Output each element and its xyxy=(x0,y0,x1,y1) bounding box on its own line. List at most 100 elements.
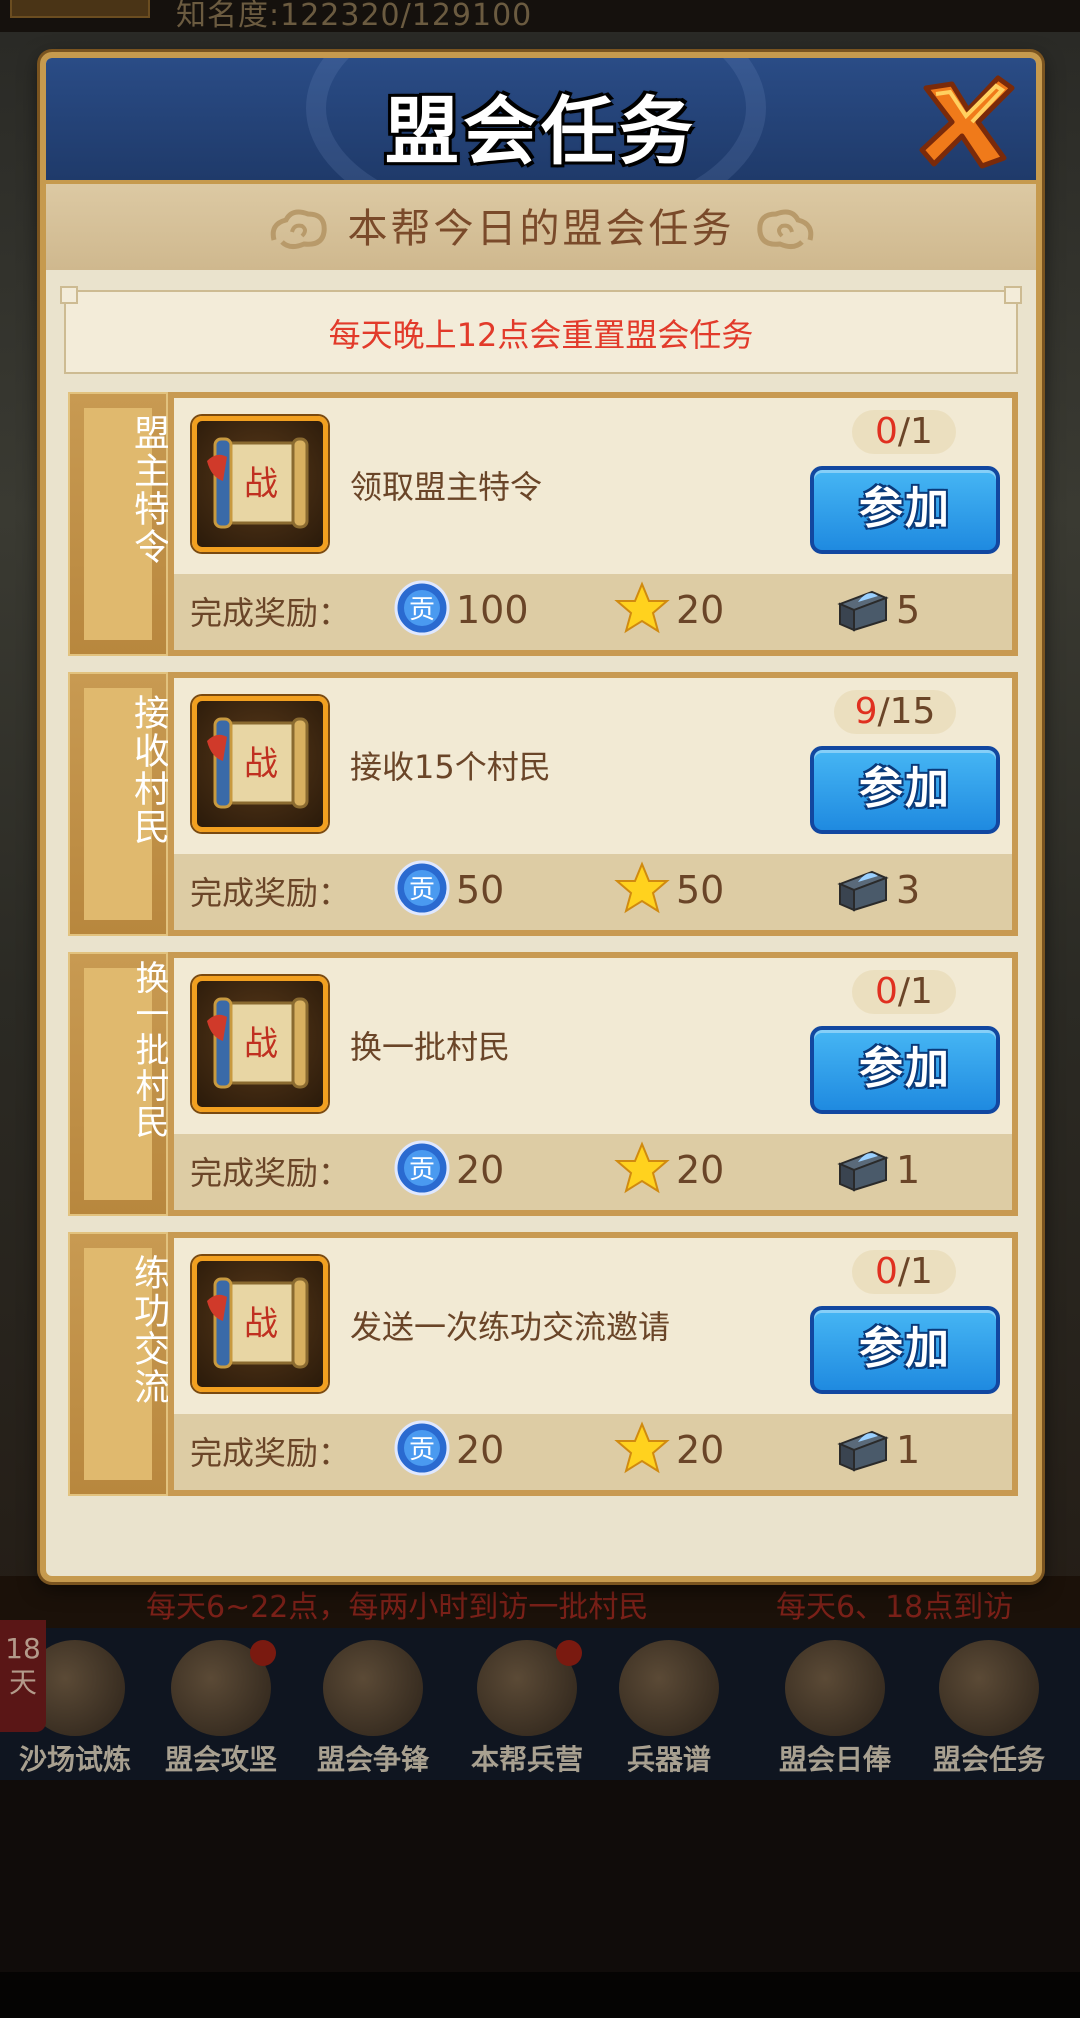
war-scroll-icon: 战 xyxy=(192,976,328,1112)
task-tab-label: 练功交流 xyxy=(128,1254,169,1406)
fame-bar xyxy=(10,0,150,18)
join-button[interactable]: 参加 xyxy=(810,1026,1000,1114)
reward-row: 完成奖励： 贡 100 20 5 xyxy=(174,574,1012,650)
task-icon xyxy=(939,1640,1039,1736)
star-icon xyxy=(614,1140,670,1196)
reward-label: 完成奖励： xyxy=(190,594,351,632)
reward-value: 1 xyxy=(896,1428,921,1472)
war-scroll-icon: 战 xyxy=(192,416,328,552)
dialog-title: 盟会任务 xyxy=(385,89,697,175)
task-description: 接收15个村民 xyxy=(350,748,551,786)
task-card: 盟主特令 战 领取盟主特令 0/1 参加 完成奖励： 贡 100 20 5 xyxy=(68,392,1018,656)
contribution-coin-icon: 贡 xyxy=(394,1420,450,1476)
alliance-task-dialog: 盟会任务 本帮今日的盟会任务 每天晚上12点会重置盟会任务 盟主特令 战 领取盟… xyxy=(40,52,1042,1582)
join-button[interactable]: 参加 xyxy=(810,466,1000,554)
task-tab: 盟主特令 xyxy=(68,392,169,656)
task-card: 换一批村民 战 换一批村民 0/1 参加 完成奖励： 贡 20 20 1 xyxy=(68,952,1018,1216)
contribution-coin-icon: 贡 xyxy=(394,1140,450,1196)
contribution-coin-icon: 贡 xyxy=(394,860,450,916)
task-progress: 9/15 xyxy=(834,690,956,734)
svg-text:贡: 贡 xyxy=(409,1155,435,1185)
dock-label: 沙场试炼 xyxy=(18,1743,131,1776)
reward-value: 20 xyxy=(676,588,725,632)
task-description: 领取盟主特令 xyxy=(350,468,543,506)
notice-right: 每天6、18点到访 xyxy=(776,1590,1014,1625)
dock-item-weapon-book[interactable]: 兵器谱 xyxy=(594,1640,744,1780)
background-bottom-edge xyxy=(0,1972,1080,2018)
svg-text:战: 战 xyxy=(244,1304,278,1344)
task-tab-label: 接收村民 xyxy=(128,694,169,846)
task-progress: 0/1 xyxy=(852,410,956,454)
task-tab: 换一批村民 xyxy=(68,952,169,1216)
treasure-chest-icon xyxy=(834,580,890,636)
task-tab-label: 换一批村民 xyxy=(129,960,169,1140)
contest-icon xyxy=(323,1640,423,1736)
reward-row: 完成奖励： 贡 20 20 1 xyxy=(174,1134,1012,1210)
background-top-bar: 知名度:122320/129100 xyxy=(0,0,1080,33)
close-icon xyxy=(919,75,1015,169)
reward-value: 20 xyxy=(676,1428,725,1472)
dock-label: 盟会任务 xyxy=(932,1743,1045,1776)
task-description: 发送一次练功交流邀请 xyxy=(350,1308,671,1346)
close-button[interactable] xyxy=(912,66,1020,174)
reward-label: 完成奖励： xyxy=(190,1154,351,1192)
background-notice-strip: 每天6~22点，每两小时到访一批村民 每天6、18点到访 xyxy=(0,1576,1080,1628)
weapon-book-icon xyxy=(619,1640,719,1736)
reward-value: 50 xyxy=(676,868,725,912)
treasure-chest-icon xyxy=(834,1140,890,1196)
reward-value: 20 xyxy=(456,1148,505,1192)
reset-notice-box: 每天晚上12点会重置盟会任务 xyxy=(60,286,1022,374)
svg-text:贡: 贡 xyxy=(409,875,435,905)
svg-text:战: 战 xyxy=(244,464,278,504)
task-card: 接收村民 战 接收15个村民 9/15 参加 完成奖励： 贡 50 50 3 xyxy=(68,672,1018,936)
svg-text:战: 战 xyxy=(244,744,278,784)
reward-row: 完成奖励： 贡 50 50 3 xyxy=(174,854,1012,930)
dock-item-salary[interactable]: 盟会日俸 xyxy=(760,1640,910,1780)
reset-notice-text: 每天晚上12点会重置盟会任务 xyxy=(328,316,754,354)
reward-label: 完成奖励： xyxy=(190,874,351,912)
contribution-coin-icon: 贡 xyxy=(394,580,450,636)
treasure-chest-icon xyxy=(834,1420,890,1476)
cloud-ornament-icon xyxy=(757,209,814,250)
star-icon xyxy=(614,860,670,916)
reward-value: 20 xyxy=(676,1148,725,1192)
dock-label: 盟会攻坚 xyxy=(164,1743,277,1776)
notification-dot xyxy=(250,1640,276,1666)
task-card: 练功交流 战 发送一次练功交流邀请 0/1 参加 完成奖励： 贡 20 20 1 xyxy=(68,1232,1018,1496)
reward-row: 完成奖励： 贡 20 20 1 xyxy=(174,1414,1012,1490)
notification-dot xyxy=(556,1640,582,1666)
war-scroll-icon: 战 xyxy=(192,1256,328,1392)
task-description: 换一批村民 xyxy=(350,1028,511,1066)
svg-text:贡: 贡 xyxy=(409,595,435,625)
join-button[interactable]: 参加 xyxy=(810,1306,1000,1394)
notice-left: 每天6~22点，每两小时到访一批村民 xyxy=(146,1590,649,1625)
join-button[interactable]: 参加 xyxy=(810,746,1000,834)
bottom-dock: 沙场试炼 盟会攻坚 盟会争锋 本帮兵营 兵器谱 盟会日俸 盟会任务 xyxy=(0,1628,1080,1780)
svg-text:战: 战 xyxy=(244,1024,278,1064)
task-tab-label: 盟主特令 xyxy=(128,414,169,566)
war-scroll-icon: 战 xyxy=(192,696,328,832)
treasure-chest-icon xyxy=(834,860,890,916)
fame-status: 知名度:122320/129100 xyxy=(176,0,533,33)
reward-value: 1 xyxy=(896,1148,921,1192)
dock-label: 盟会争锋 xyxy=(316,1743,429,1776)
star-icon xyxy=(614,1420,670,1476)
dock-item-barracks[interactable]: 本帮兵营 xyxy=(452,1640,602,1780)
reward-label: 完成奖励： xyxy=(190,1434,351,1472)
dock-item-task[interactable]: 盟会任务 xyxy=(914,1640,1064,1780)
svg-text:贡: 贡 xyxy=(409,1435,435,1465)
dock-item-siege[interactable]: 盟会攻坚 xyxy=(146,1640,296,1780)
day-badge: 18天 xyxy=(0,1620,46,1732)
reward-value: 50 xyxy=(456,868,505,912)
reward-value: 3 xyxy=(896,868,921,912)
salary-icon xyxy=(785,1640,885,1736)
reward-value: 100 xyxy=(456,588,529,632)
subtitle-bar: 本帮今日的盟会任务 xyxy=(46,184,1036,270)
task-progress: 0/1 xyxy=(852,1250,956,1294)
task-tab: 接收村民 xyxy=(68,672,169,936)
reward-value: 5 xyxy=(896,588,921,632)
dock-item-contest[interactable]: 盟会争锋 xyxy=(298,1640,448,1780)
task-progress: 0/1 xyxy=(852,970,956,1014)
star-icon xyxy=(614,580,670,636)
dialog-header: 盟会任务 xyxy=(46,58,1036,184)
